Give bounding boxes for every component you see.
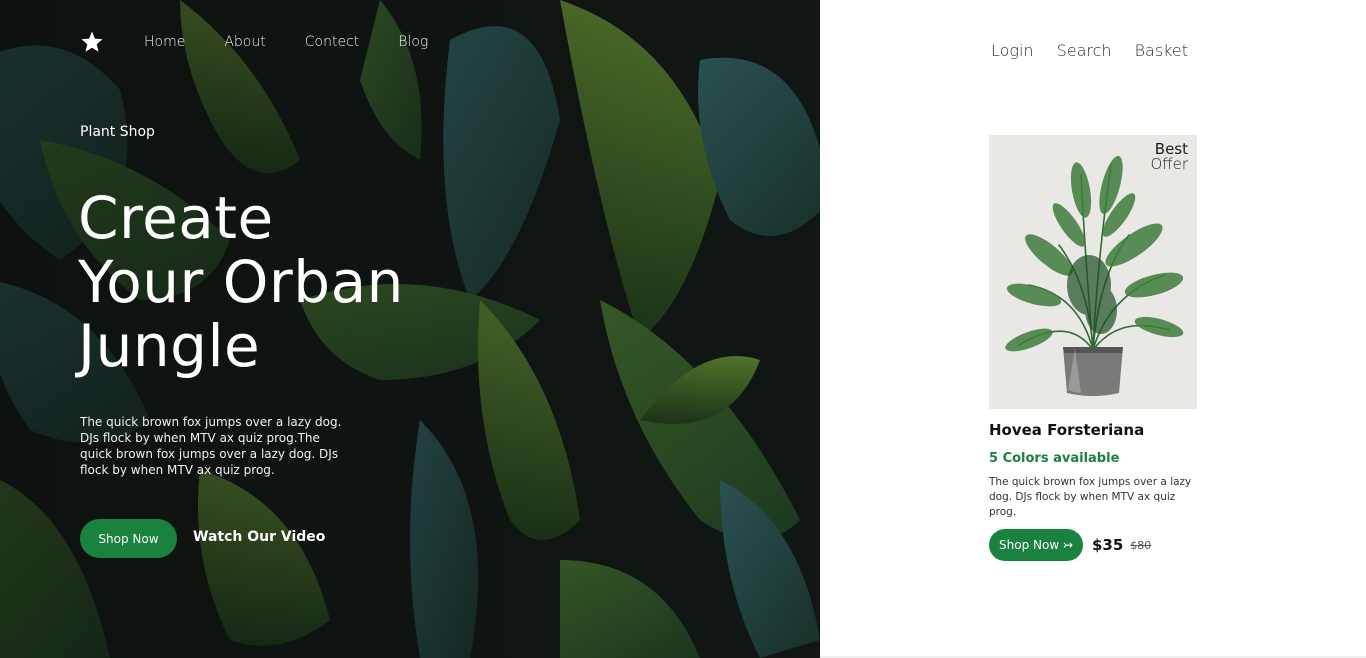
hero-headline: Create Your Orban Jungle (78, 186, 498, 378)
badge-line-2: Offer (1150, 155, 1188, 173)
star-icon[interactable] (80, 30, 104, 54)
account-nav: Login Search Basket (991, 41, 1211, 60)
best-offer-badge: Best Offer (1150, 142, 1188, 172)
search-link[interactable]: Search (1057, 41, 1112, 60)
potted-palm-image (1005, 155, 1184, 396)
basket-link[interactable]: Basket (1135, 41, 1188, 60)
nav-blog-link[interactable]: Blog (398, 34, 428, 50)
product-title: Hovea Forsteriana (989, 421, 1145, 439)
nav-home-link[interactable]: Home (144, 34, 185, 50)
hero-kicker: Plant Shop (80, 124, 155, 140)
product-image[interactable]: Best Offer (989, 135, 1197, 409)
login-link[interactable]: Login (991, 41, 1034, 60)
buy-row: Shop Now ↣ $35 $80 (989, 529, 1197, 561)
product-description: The quick brown fox jumps over a lazy do… (989, 476, 1192, 518)
nav-about-link[interactable]: About (224, 34, 265, 50)
headline-line-1: Create (78, 184, 274, 252)
product-card: Best Offer Hovea Forsteriana 5 Colors av… (989, 135, 1197, 561)
headline-line-2: Your Orban (78, 248, 404, 316)
product-shop-now-button[interactable]: Shop Now ↣ (989, 529, 1083, 561)
nav-contact-link[interactable]: Contect (305, 34, 360, 50)
shop-now-button[interactable]: Shop Now (80, 519, 177, 558)
product-colors[interactable]: 5 Colors available (989, 451, 1197, 466)
page: Home About Contect Blog Plant Shop Creat… (0, 0, 1366, 658)
hero-description: The quick brown fox jumps over a lazy do… (80, 415, 342, 477)
main-nav: Home About Contect Blog (144, 34, 467, 50)
hero-section: Home About Contect Blog Plant Shop Creat… (0, 0, 820, 658)
watch-video-link[interactable]: Watch Our Video (193, 529, 325, 545)
product-old-price: $80 (1130, 538, 1152, 552)
product-price: $35 (1092, 536, 1124, 554)
headline-line-3: Jungle (78, 312, 261, 380)
